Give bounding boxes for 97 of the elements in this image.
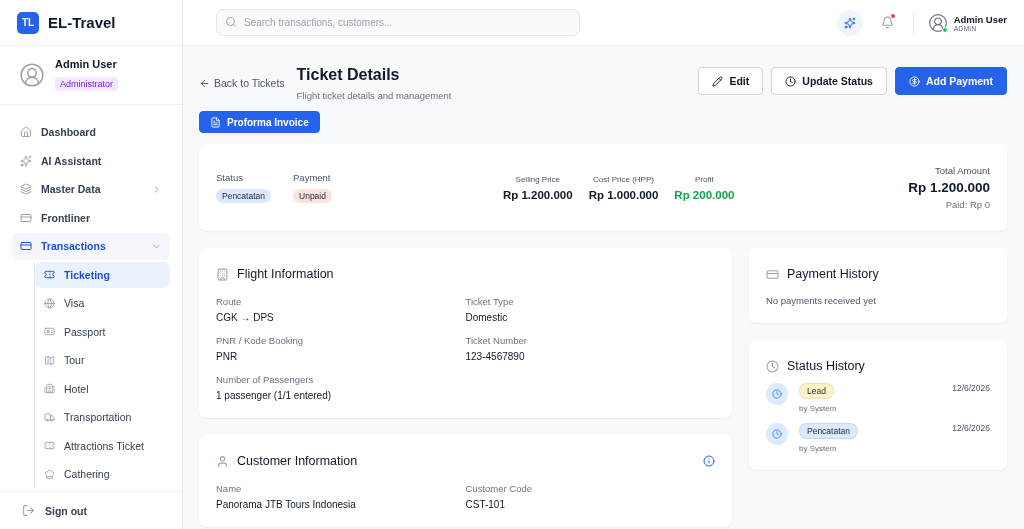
field-label: Ticket Number <box>465 335 528 346</box>
card-icon <box>766 267 779 281</box>
nav-subitem[interactable]: Visa <box>35 290 170 317</box>
field-label: Route <box>216 296 243 307</box>
summary-label: Status <box>216 172 244 183</box>
nav-icon <box>44 326 55 338</box>
person-icon <box>216 454 229 468</box>
total-label: Total Amount <box>935 165 990 176</box>
nav-item[interactable]: Dashboard <box>12 119 170 146</box>
status-badge: Lead <box>799 383 834 399</box>
nav-icon <box>20 211 32 224</box>
field-label: Number of Passengers <box>216 374 315 385</box>
sign-out-link[interactable]: Sign out <box>0 491 182 529</box>
empty-message: No payments received yet <box>766 295 877 306</box>
dollar-icon <box>908 75 920 87</box>
nav-icon <box>44 297 55 309</box>
role-badge: Administrator <box>55 77 118 91</box>
card-title: Flight Information <box>237 267 334 281</box>
user-name: Admin User <box>55 58 118 70</box>
page-title: Ticket Details <box>296 66 401 84</box>
avatar-icon[interactable] <box>927 12 948 33</box>
nav-item[interactable]: Frontliner <box>12 204 170 231</box>
clock-icon <box>766 423 788 445</box>
price-label: Cost Price (HPP) <box>593 174 654 184</box>
field-value: 1 passenger (1/1 entered) <box>216 390 333 401</box>
clock-icon <box>766 359 779 373</box>
nav-icon <box>44 411 55 423</box>
card-title: Payment History <box>787 267 879 281</box>
field-value: CGK → DPS <box>216 312 275 323</box>
field-label: Ticket Type <box>465 296 515 307</box>
status-date: 12/6/2026 <box>952 423 990 433</box>
back-link[interactable]: Back to Tickets <box>199 77 285 89</box>
user-avatar-icon <box>19 61 45 88</box>
summary-label: Payment <box>293 172 332 183</box>
nav-subitem[interactable]: Ticketing <box>35 261 170 288</box>
nav-subitem[interactable]: Tour <box>35 347 170 374</box>
status-badge: Unpaid <box>293 189 332 203</box>
total-value: Rp 1.200.000 <box>908 180 990 195</box>
page-subtitle: Flight ticket details and management <box>296 90 452 101</box>
edit-button[interactable]: Edit <box>698 67 764 95</box>
nav-item[interactable]: Transactions <box>12 233 170 260</box>
clock-icon <box>766 383 788 405</box>
nav-subitem[interactable]: Passport <box>35 318 170 345</box>
nav-item[interactable]: Master Data <box>12 176 170 203</box>
clock-icon <box>785 75 797 87</box>
sparkles-icon <box>843 16 856 29</box>
field-value: PNR <box>216 351 239 362</box>
brand-name: EL-Travel <box>48 14 116 31</box>
nav-icon <box>44 269 55 281</box>
nav-icon <box>20 154 32 167</box>
nav-icon <box>44 354 55 366</box>
nav-subitem[interactable]: Attractions Ticket <box>35 432 170 459</box>
nav-icon <box>44 383 55 395</box>
card-title: Status History <box>787 359 865 373</box>
card-title: Customer Information <box>237 454 358 468</box>
search-icon <box>225 16 237 28</box>
building-icon <box>216 267 229 281</box>
invoice-button[interactable]: Proforma Invoice <box>199 111 320 133</box>
update-status-button[interactable]: Update Status <box>771 67 887 95</box>
bell-icon <box>881 16 895 29</box>
field-value: CST-101 <box>465 499 506 510</box>
nav-subitem[interactable]: Hotel <box>35 375 170 402</box>
logout-icon <box>22 504 35 517</box>
nav-icon <box>20 126 32 139</box>
arrow-left-icon <box>199 77 210 89</box>
field-label: PNR / Kode Booking <box>216 335 305 346</box>
price-label: Profit <box>695 174 714 184</box>
status-badge: Pencatatan <box>799 423 858 439</box>
price-value: Rp 1.000.000 <box>588 188 659 201</box>
status-date: 12/6/2026 <box>952 383 990 393</box>
paid-amount: Paid: Rp 0 <box>945 199 990 210</box>
field-value: Domestic <box>465 312 509 323</box>
nav-subitem[interactable]: Transportation <box>35 404 170 431</box>
nav-icon <box>20 240 32 253</box>
nav-icon <box>44 440 55 452</box>
nav-icon <box>20 183 32 196</box>
nav-item[interactable]: AI Assistant <box>12 147 170 174</box>
search-field[interactable]: Search transactions, customers... <box>216 9 580 36</box>
field-label: Customer Code <box>465 483 534 494</box>
field-value: 123-4567890 <box>465 351 526 362</box>
changed-by: by System <box>799 404 837 413</box>
add-payment-button[interactable]: Add Payment <box>894 67 1007 95</box>
field-value: Panorama JTB Tours Indonesia <box>216 499 357 510</box>
document-icon <box>210 116 221 128</box>
price-label: Selling Price <box>515 174 561 184</box>
field-label: Name <box>216 483 243 494</box>
info-icon[interactable] <box>703 455 715 467</box>
status-badge: Pencatatan <box>216 189 271 203</box>
pencil-icon <box>712 75 724 87</box>
nav-icon <box>44 468 55 480</box>
brand-logo: TL <box>17 11 39 34</box>
price-value: Rp 1.200.000 <box>502 188 573 201</box>
nav-subitem[interactable]: Cathering <box>35 461 170 488</box>
changed-by: by System <box>799 444 838 453</box>
header-user-name: Admin User <box>953 13 1007 25</box>
ai-button[interactable] <box>836 9 863 36</box>
price-value: Rp 200.000 <box>674 188 735 201</box>
